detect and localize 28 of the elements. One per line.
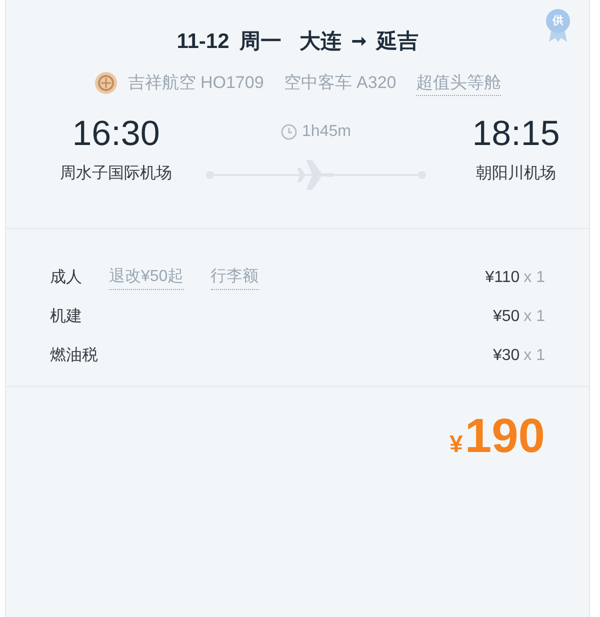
total-price: 190 — [464, 409, 545, 465]
total-currency: ¥ — [450, 430, 463, 460]
fee-label: 机建 — [50, 306, 82, 326]
departure-airport: 周水子国际机场 — [60, 164, 172, 184]
clock-icon — [281, 124, 298, 140]
weekday: 周一 — [239, 29, 282, 55]
fee-label: 成人 — [50, 268, 82, 288]
flight-date: 11-12 — [176, 29, 230, 55]
fee-quantity: x 1 — [524, 346, 545, 366]
origin-city: 大连 — [299, 29, 342, 55]
arrival-time: 18:15 — [472, 113, 560, 155]
airline-logo-icon — [94, 70, 118, 95]
cabin-class-link[interactable]: 超值头等舱 — [416, 70, 502, 96]
route-arrow: ➞ — [351, 30, 366, 54]
fee-price: ¥110 — [485, 268, 520, 288]
fee-price: ¥50 — [492, 306, 520, 326]
aircraft-type: 空中客车 A320 — [284, 72, 396, 94]
destination-city: 延吉 — [376, 29, 418, 55]
fee-quantity: x 1 — [524, 268, 545, 288]
fee-label: 燃油税 — [50, 346, 98, 366]
fee-info-link[interactable]: 行李额 — [210, 265, 259, 290]
fee-quantity: x 1 — [524, 306, 545, 326]
airline-flight-number: 吉祥航空 HO1709 — [128, 72, 264, 94]
flight-duration: 1h45m — [302, 122, 351, 142]
fee-price: ¥30 — [492, 346, 520, 366]
fee-info-link[interactable]: 退改¥50起 — [109, 265, 184, 290]
arrival-airport: 朝阳川机场 — [476, 164, 556, 184]
departure-time: 16:30 — [72, 113, 160, 155]
